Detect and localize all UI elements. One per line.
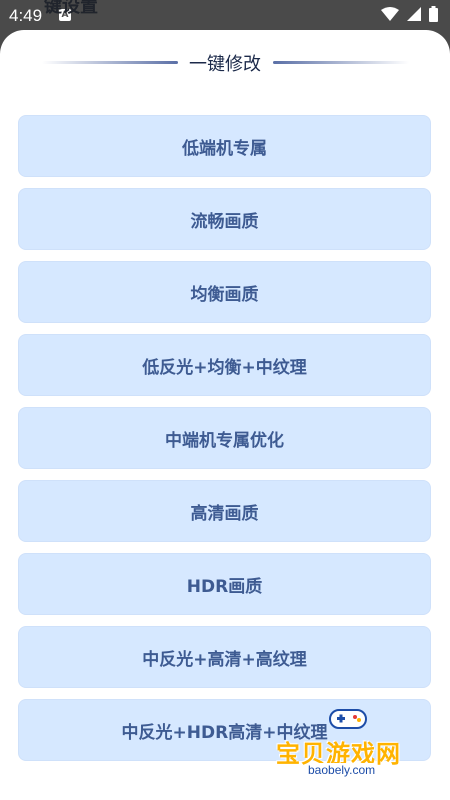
wifi-icon bbox=[381, 7, 399, 21]
battery-icon bbox=[429, 6, 438, 22]
preset-button-low-end[interactable]: 低端机专属 bbox=[18, 115, 431, 177]
preset-options-list: 低端机专属 流畅画质 均衡画质 低反光+均衡+中纹理 中端机专属优化 高清画质 … bbox=[18, 115, 431, 772]
background-page-title: 键设置 bbox=[44, 0, 98, 17]
preset-button-balanced[interactable]: 均衡画质 bbox=[18, 261, 431, 323]
cellular-signal-icon bbox=[407, 7, 421, 21]
watermark: 宝贝游戏网 baobely.com bbox=[270, 700, 450, 790]
preset-button-mid-end[interactable]: 中端机专属优化 bbox=[18, 407, 431, 469]
preset-button-low-reflect-balanced-mid-texture[interactable]: 低反光+均衡+中纹理 bbox=[18, 334, 431, 396]
header-divider-right bbox=[273, 61, 409, 64]
preset-button-smooth[interactable]: 流畅画质 bbox=[18, 188, 431, 250]
preset-button-hdr[interactable]: HDR画质 bbox=[18, 553, 431, 615]
preset-button-mid-reflect-hd-high-texture[interactable]: 中反光+高清+高纹理 bbox=[18, 626, 431, 688]
status-time: 4:49 bbox=[9, 6, 43, 25]
sheet-header: 一键修改 bbox=[0, 48, 450, 76]
bottom-sheet: 一键修改 低端机专属 流畅画质 均衡画质 低反光+均衡+中纹理 中端机专属优化 … bbox=[0, 30, 450, 800]
preset-button-hd[interactable]: 高清画质 bbox=[18, 480, 431, 542]
watermark-url: baobely.com bbox=[304, 763, 380, 777]
gamepad-icon bbox=[329, 709, 367, 729]
status-icons bbox=[381, 6, 438, 22]
